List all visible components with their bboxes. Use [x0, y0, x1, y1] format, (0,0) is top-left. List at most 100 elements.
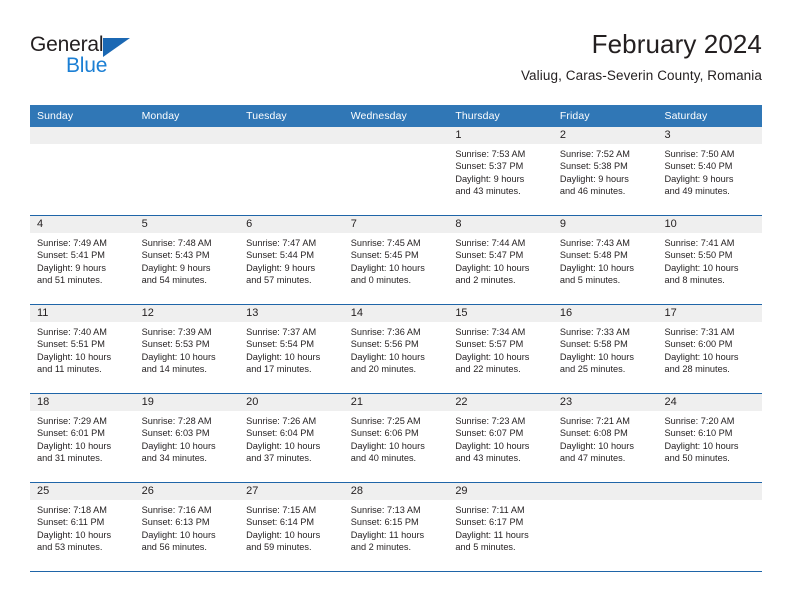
daylight-text-line1: Daylight: 10 hours — [141, 351, 216, 362]
sunrise-text: Sunrise: 7:20 AM — [664, 416, 735, 426]
day-cell[interactable]: 29 Sunrise: 7:11 AM Sunset: 6:17 PM Dayligh… — [448, 483, 553, 571]
day-details: Sunrise: 7:47 AM Sunset: 5:44 PM Daylight:… — [239, 233, 344, 287]
day-number: 28 — [343, 483, 449, 500]
day-number: 26 — [134, 483, 240, 500]
day-details: Sunrise: 7:52 AM Sunset: 5:38 PM Daylight:… — [553, 144, 658, 198]
day-cell[interactable]: 8 Sunrise: 7:44 AM Sunset: 5:47 PM Daylight… — [448, 216, 553, 304]
day-details: Sunrise: 7:21 AM Sunset: 6:08 PM Daylight:… — [553, 411, 658, 465]
day-cell[interactable]: 14 Sunrise: 7:36 AM Sunset: 5:56 PM Dayligh… — [343, 305, 449, 393]
sunset-text: Sunset: 5:37 PM — [455, 161, 524, 172]
day-number — [134, 127, 240, 144]
daylight-text-line2: and 28 minutes. — [664, 364, 730, 375]
day-cell[interactable]: 9 Sunrise: 7:43 AM Sunset: 5:48 PM Daylight… — [552, 216, 658, 304]
daylight-text-line1: Daylight: 10 hours — [246, 440, 321, 451]
sunset-text: Sunset: 5:47 PM — [455, 250, 524, 261]
calendar-week-row: 4 Sunrise: 7:49 AM Sunset: 5:41 PM Daylight… — [30, 215, 763, 304]
day-number: 27 — [239, 483, 344, 500]
day-cell[interactable]: 7 Sunrise: 7:45 AM Sunset: 5:45 PM Daylight… — [343, 216, 449, 304]
day-cell[interactable]: 3 Sunrise: 7:50 AM Sunset: 5:40 PM Daylight… — [657, 127, 763, 215]
day-number: 21 — [343, 394, 449, 411]
day-details: Sunrise: 7:26 AM Sunset: 6:04 PM Daylight:… — [239, 411, 344, 465]
brand-name-general: General — [30, 33, 104, 56]
sunset-text: Sunset: 6:01 PM — [37, 428, 105, 439]
daylight-text-line2: and 54 minutes. — [141, 275, 207, 286]
day-cell[interactable]: 21 Sunrise: 7:25 AM Sunset: 6:06 PM Dayligh… — [343, 394, 449, 482]
calendar-week-row: 1 Sunrise: 7:53 AM Sunset: 5:37 PM Daylight… — [30, 127, 763, 215]
sunrise-text: Sunrise: 7:25 AM — [350, 416, 421, 426]
day-cell[interactable]: 28 Sunrise: 7:13 AM Sunset: 6:15 PM Dayligh… — [343, 483, 449, 571]
daylight-text-line1: Daylight: 9 hours — [664, 173, 734, 184]
day-details: Sunrise: 7:29 AM Sunset: 6:01 PM Daylight:… — [30, 411, 135, 465]
day-cell[interactable]: 5 Sunrise: 7:48 AM Sunset: 5:43 PM Daylight… — [134, 216, 240, 304]
day-number: 3 — [657, 127, 763, 144]
day-cell[interactable]: 17 Sunrise: 7:31 AM Sunset: 6:00 PM Dayligh… — [657, 305, 763, 393]
day-cell[interactable]: 20 Sunrise: 7:26 AM Sunset: 6:04 PM Dayligh… — [239, 394, 344, 482]
day-cell-empty — [30, 127, 135, 215]
sunrise-text: Sunrise: 7:33 AM — [559, 327, 630, 337]
day-cell[interactable]: 16 Sunrise: 7:33 AM Sunset: 5:58 PM Dayligh… — [552, 305, 658, 393]
day-number: 4 — [30, 216, 135, 233]
daylight-text-line1: Daylight: 10 hours — [37, 351, 112, 362]
daylight-text-line1: Daylight: 10 hours — [37, 440, 112, 451]
sunrise-text: Sunrise: 7:15 AM — [246, 505, 317, 515]
daylight-text-line2: and 14 minutes. — [141, 364, 207, 375]
generalblue-logo[interactable]: General Blue — [30, 34, 170, 86]
day-cell[interactable]: 10 Sunrise: 7:41 AM Sunset: 5:50 PM Dayligh… — [657, 216, 763, 304]
daylight-text-line2: and 31 minutes. — [37, 453, 103, 464]
day-cell[interactable]: 2 Sunrise: 7:52 AM Sunset: 5:38 PM Daylight… — [552, 127, 658, 215]
day-cell[interactable]: 11 Sunrise: 7:40 AM Sunset: 5:51 PM Dayligh… — [30, 305, 135, 393]
sunset-text: Sunset: 5:56 PM — [350, 339, 419, 350]
sunset-text: Sunset: 5:48 PM — [559, 250, 628, 261]
day-cell[interactable]: 23 Sunrise: 7:21 AM Sunset: 6:08 PM Dayligh… — [552, 394, 658, 482]
sunrise-text: Sunrise: 7:48 AM — [141, 238, 212, 248]
day-number — [657, 483, 763, 500]
sunrise-text: Sunrise: 7:41 AM — [664, 238, 735, 248]
sunrise-text: Sunrise: 7:29 AM — [37, 416, 107, 426]
day-number: 20 — [239, 394, 344, 411]
sunrise-text: Sunrise: 7:37 AM — [246, 327, 317, 337]
day-details: Sunrise: 7:31 AM Sunset: 6:00 PM Daylight:… — [657, 322, 762, 376]
day-cell[interactable]: 12 Sunrise: 7:39 AM Sunset: 5:53 PM Dayligh… — [134, 305, 240, 393]
day-number: 25 — [30, 483, 135, 500]
daylight-text-line1: Daylight: 10 hours — [246, 351, 321, 362]
day-details: Sunrise: 7:15 AM Sunset: 6:14 PM Daylight:… — [239, 500, 344, 554]
weekday-header-thursday: Thursday — [455, 110, 500, 122]
sunset-text: Sunset: 6:10 PM — [664, 428, 733, 439]
sunset-text: Sunset: 6:11 PM — [37, 517, 105, 528]
day-cell[interactable]: 18 Sunrise: 7:29 AM Sunset: 6:01 PM Dayligh… — [30, 394, 135, 482]
calendar-weeks: 1 Sunrise: 7:53 AM Sunset: 5:37 PM Daylight… — [30, 127, 763, 571]
daylight-text-line1: Daylight: 10 hours — [246, 529, 321, 540]
daylight-text-line2: and 51 minutes. — [37, 275, 103, 286]
sunset-text: Sunset: 5:53 PM — [141, 339, 210, 350]
brand-name-blue: Blue — [66, 54, 108, 77]
weekday-header-friday: Friday — [559, 110, 590, 122]
sunset-text: Sunset: 6:17 PM — [455, 517, 524, 528]
daylight-text-line1: Daylight: 9 hours — [37, 262, 106, 273]
daylight-text-line1: Daylight: 10 hours — [559, 351, 634, 362]
day-cell[interactable]: 1 Sunrise: 7:53 AM Sunset: 5:37 PM Daylight… — [448, 127, 553, 215]
sunset-text: Sunset: 5:58 PM — [559, 339, 628, 350]
sunrise-text: Sunrise: 7:31 AM — [664, 327, 735, 337]
day-cell[interactable]: 4 Sunrise: 7:49 AM Sunset: 5:41 PM Daylight… — [30, 216, 135, 304]
day-cell[interactable]: 26 Sunrise: 7:16 AM Sunset: 6:13 PM Dayligh… — [134, 483, 240, 571]
day-cell[interactable]: 22 Sunrise: 7:23 AM Sunset: 6:07 PM Dayligh… — [448, 394, 553, 482]
day-number: 16 — [552, 305, 658, 322]
day-number: 8 — [448, 216, 553, 233]
day-cell[interactable]: 27 Sunrise: 7:15 AM Sunset: 6:14 PM Dayligh… — [239, 483, 344, 571]
daylight-text-line1: Daylight: 10 hours — [37, 529, 112, 540]
day-cell[interactable]: 15 Sunrise: 7:34 AM Sunset: 5:57 PM Dayligh… — [448, 305, 553, 393]
daylight-text-line2: and 57 minutes. — [246, 275, 312, 286]
day-details: Sunrise: 7:50 AM Sunset: 5:40 PM Daylight:… — [657, 144, 762, 198]
day-details: Sunrise: 7:43 AM Sunset: 5:48 PM Daylight:… — [553, 233, 658, 287]
day-cell[interactable]: 24 Sunrise: 7:20 AM Sunset: 6:10 PM Dayligh… — [657, 394, 763, 482]
day-cell[interactable]: 6 Sunrise: 7:47 AM Sunset: 5:44 PM Daylight… — [239, 216, 344, 304]
sunrise-text: Sunrise: 7:44 AM — [455, 238, 526, 248]
weekday-header-tuesday: Tuesday — [246, 110, 287, 122]
day-cell[interactable]: 13 Sunrise: 7:37 AM Sunset: 5:54 PM Dayligh… — [239, 305, 344, 393]
daylight-text-line1: Daylight: 9 hours — [455, 173, 525, 184]
sunset-text: Sunset: 5:45 PM — [350, 250, 419, 261]
sunrise-text: Sunrise: 7:52 AM — [559, 149, 630, 159]
day-details: Sunrise: 7:44 AM Sunset: 5:47 PM Daylight:… — [448, 233, 553, 287]
day-cell[interactable]: 25 Sunrise: 7:18 AM Sunset: 6:11 PM Dayligh… — [30, 483, 135, 571]
day-cell[interactable]: 19 Sunrise: 7:28 AM Sunset: 6:03 PM Dayligh… — [134, 394, 240, 482]
